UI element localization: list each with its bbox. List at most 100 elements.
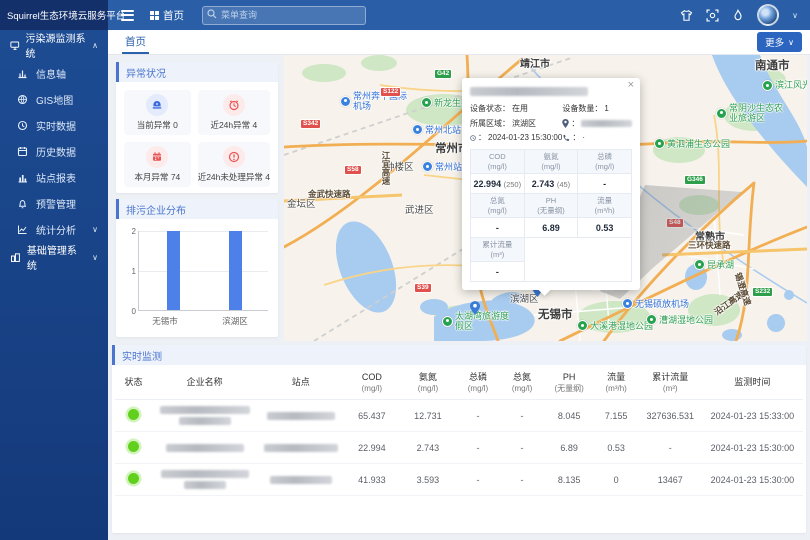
map-label-city: 靖江市 (520, 55, 550, 70)
collapse-caret-icon: ∧ (92, 41, 98, 50)
col-header: 累计流量(m³) (638, 367, 702, 400)
topnav-home-label: 首页 (163, 8, 184, 23)
abnormal-cards: 当前异常 0 近24h异常 4 本月异常 74 近24h未处理异常 4 (116, 82, 278, 195)
card-value: 4 (265, 172, 270, 182)
col-header: COD(mg/l) (344, 367, 400, 400)
card-label: 当前异常 (137, 120, 171, 130)
table-row[interactable]: 22.994 2.743 - - 6.89 0.53 - 2024-01-23 … (115, 432, 802, 464)
realtime-table: 状态 企业名称 站点 COD(mg/l) 氨氮(mg/l) 总磷(mg/l) 总… (115, 367, 802, 496)
menu-search (202, 5, 366, 25)
map-label-district: 武进区 (405, 202, 434, 216)
map-label-poi: 无锡硕放机场 (622, 297, 689, 310)
cell-cod: 22.994 (344, 432, 400, 464)
sidebar-item-info-axis[interactable]: 信息轴 (0, 60, 108, 86)
cell-ph: 6.89 (544, 432, 594, 464)
col-header: 总氮(mg/l) (500, 367, 544, 400)
metric-value: 0.53 (578, 218, 632, 238)
sidebar-item-statistics[interactable]: 统计分析 ∨ (0, 216, 108, 242)
map-label-road: 江宜高速 (380, 151, 392, 185)
tab-home[interactable]: 首页 (122, 30, 149, 54)
gis-map[interactable]: 常州市 无锡市 南通市 靖江市 常熟市 钟楼区 武进区 金坛区 滨湖区 金武快速… (284, 55, 807, 341)
card-24h-abnormal[interactable]: 近24h异常 4 (198, 90, 270, 135)
bar-binhu[interactable] (229, 231, 242, 310)
metric-header: 累计流量(m³) (471, 238, 525, 262)
status-normal-icon (128, 409, 139, 420)
poi-marker-icon (422, 161, 433, 172)
table-row[interactable]: 41.933 3.593 - - 8.135 0 13467 2024-01-2… (115, 464, 802, 496)
metric-header: COD(mg/l) (471, 150, 525, 174)
redacted-company-name (153, 470, 257, 489)
map-label-road: 三环快速路 (688, 239, 731, 251)
sidebar-item-history-data[interactable]: 历史数据 (0, 138, 108, 164)
cell-nh3: 12.731 (400, 400, 456, 432)
expand-caret-icon: ∨ (92, 225, 98, 234)
status-normal-icon (128, 473, 139, 484)
more-caret-icon: ∨ (788, 38, 794, 47)
clock-icon (470, 134, 476, 142)
theme-skin-icon[interactable] (680, 9, 693, 22)
sidebar-section-basic-management[interactable]: 基础管理系统 ∨ (0, 242, 108, 272)
map-label-park: 漕湖湿地公园 (646, 313, 713, 326)
route-badge: S232 (752, 287, 773, 297)
menu-search-input[interactable] (202, 6, 366, 25)
cell-time: 2024-01-23 15:33:00 (702, 400, 802, 432)
card-current-abnormal[interactable]: 当前异常 0 (124, 90, 191, 135)
flame-icon[interactable] (732, 9, 744, 22)
panel-title: 实时监测 (112, 345, 806, 365)
route-badge: S58 (344, 165, 362, 175)
metric-header: 总氮(mg/l) (471, 194, 525, 218)
monitor-icon (10, 40, 20, 51)
route-badge: S342 (300, 119, 321, 129)
item-label: 信息轴 (36, 66, 66, 81)
map-label-park: 昆承湖 (694, 258, 734, 271)
more-button[interactable]: 更多 ∨ (757, 32, 802, 52)
app-logo: Squirrel生态环境云服务平台 (0, 0, 108, 30)
sidebar-item-gis-map[interactable]: GIS地图 (0, 86, 108, 112)
alarm-bell-icon (17, 198, 28, 209)
col-header: PH(无量纲) (544, 367, 594, 400)
cell-total-flow: - (638, 432, 702, 464)
top-bar: Squirrel生态环境云服务平台 首页 ∨ (0, 0, 810, 30)
redacted-station-name (259, 476, 343, 484)
y-tick: 2 (124, 227, 136, 236)
map-label-city: 无锡市 (538, 306, 573, 322)
sidebar-item-alert-management[interactable]: 预警管理 (0, 190, 108, 216)
map-label-park: 大溪港湿地公园 (577, 319, 653, 332)
panel-title: 异常状况 (116, 62, 278, 82)
station-map-pin[interactable] (470, 301, 480, 320)
card-24h-unhandled-abnormal[interactable]: 近24h未处理异常 4 (198, 142, 270, 187)
redacted-company-name (153, 444, 257, 452)
station-info-popup: × 设备状态：在用 设备数量：1 所属区域：滨湖区 ： ： 2024-01-23… (462, 78, 640, 290)
poi-marker-icon (340, 96, 351, 107)
time-label: ： (478, 132, 486, 143)
redacted-station-name (259, 412, 343, 420)
table-row[interactable]: 65.437 12.731 - - 8.045 7.155 327636.531… (115, 400, 802, 432)
item-label: 站点报表 (36, 170, 76, 185)
sidebar-section-pollution-monitoring[interactable]: 污染源监测系统 ∧ (0, 30, 108, 60)
card-value: 74 (171, 172, 180, 182)
map-label-park: 常阴沙生态农业旅游区 (716, 103, 783, 124)
topbar-actions: ∨ (680, 4, 810, 26)
card-label: 本月异常 (134, 172, 168, 182)
popup-close-icon[interactable]: × (628, 80, 634, 91)
topnav-home[interactable]: 首页 (150, 8, 184, 23)
calendar-icon (17, 146, 28, 157)
gridline (139, 231, 268, 232)
user-menu-caret-icon[interactable]: ∨ (792, 11, 798, 20)
bar-wuxi[interactable] (167, 231, 180, 310)
device-status-value: 在用 (512, 103, 528, 114)
map-label-park: 滨江风光带 (762, 80, 807, 91)
sidebar: 污染源监测系统 ∧ 信息轴 GIS地图 实时数据 历史数据 站点报表 预警管理 (0, 30, 108, 540)
card-month-abnormal[interactable]: 本月异常 74 (124, 142, 191, 187)
user-avatar[interactable] (757, 4, 779, 26)
sidebar-item-station-report[interactable]: 站点报表 (0, 164, 108, 190)
globe-icon (17, 94, 28, 105)
redacted-company-name (470, 87, 588, 96)
fullscreen-capture-icon[interactable] (706, 9, 719, 22)
panel-title: 排污企业分布 (116, 199, 278, 219)
hamburger-menu-icon[interactable] (121, 10, 134, 21)
more-button-label: 更多 (765, 35, 784, 49)
col-header: 总磷(mg/l) (456, 367, 500, 400)
route-badge: S39 (414, 283, 432, 293)
sidebar-item-realtime-data[interactable]: 实时数据 (0, 112, 108, 138)
